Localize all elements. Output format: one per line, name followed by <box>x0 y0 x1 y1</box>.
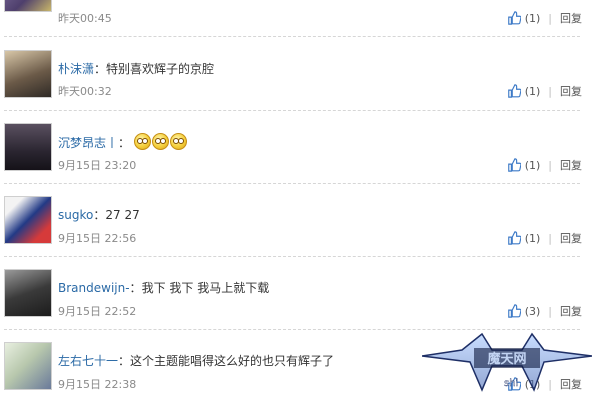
colon: ： <box>94 62 107 76</box>
comment-text: 左右七十一：这个主题能唱得这么好的也只有辉子了 <box>58 352 334 369</box>
user-name[interactable]: 左右七十一 <box>58 354 118 368</box>
thumb-up-icon[interactable] <box>507 304 521 318</box>
reply-button[interactable]: 回复 <box>560 83 582 99</box>
action-separator: | <box>548 11 552 25</box>
colon: ： <box>93 208 106 222</box>
reply-button[interactable]: 回复 <box>560 230 582 246</box>
action-separator: | <box>548 84 552 98</box>
avatar[interactable] <box>4 50 52 98</box>
avatar[interactable] <box>4 269 52 317</box>
comment-list: 昨天00:45 (1) | 回复 朴沫潇：特别喜欢辉子的京腔 昨天00:32 (… <box>0 0 600 400</box>
reply-button[interactable]: 回复 <box>560 157 582 173</box>
like-count[interactable]: (3) <box>525 305 541 318</box>
colon: ： <box>129 281 142 295</box>
dazed-face-emoji-icon <box>133 133 151 150</box>
dazed-face-emoji-icon <box>151 133 169 150</box>
thumb-up-icon[interactable] <box>507 11 521 25</box>
comment-text: sugko：27 27 <box>58 206 140 223</box>
like-count[interactable]: (1) <box>525 85 541 98</box>
thumb-up-icon[interactable] <box>507 158 521 172</box>
comment-time: 9月15日 23:20 <box>58 159 137 172</box>
colon: ： <box>118 136 131 150</box>
comment-time: 9月15日 22:56 <box>58 232 137 245</box>
like-count[interactable]: (1) <box>525 378 541 391</box>
colon: ： <box>118 354 131 368</box>
comment-time: 昨天00:45 <box>58 12 112 25</box>
avatar[interactable] <box>4 123 52 171</box>
user-name[interactable]: sugko <box>58 208 93 222</box>
comment-text: 朴沫潇：特别喜欢辉子的京腔 <box>58 60 214 77</box>
comment-body: 我下 我下 我马上就下载 <box>141 281 270 295</box>
like-count[interactable]: (1) <box>525 159 541 172</box>
avatar[interactable] <box>4 0 52 12</box>
comment-item: sugko：27 27 9月15日 22:56 (1) | 回复 <box>0 196 600 268</box>
comment-time: 昨天00:32 <box>58 85 112 98</box>
avatar[interactable] <box>4 196 52 244</box>
comment-text: Brandewijn-：我下 我下 我马上就下载 <box>58 279 269 296</box>
reply-button[interactable]: 回复 <box>560 10 582 26</box>
comment-item: 左右七十一：这个主题能唱得这么好的也只有辉子了 9月15日 22:38 (1) … <box>0 342 600 414</box>
comment-body: 27 27 <box>105 208 140 222</box>
comment-body: 特别喜欢辉子的京腔 <box>106 62 215 76</box>
like-count[interactable]: (1) <box>525 12 541 25</box>
comment-actions: (1) | 回复 <box>507 376 582 392</box>
comment-time: 9月15日 22:52 <box>58 305 137 318</box>
divider <box>4 256 580 257</box>
comment-text: 沉梦昂志丨： <box>58 133 188 151</box>
comment-item: 沉梦昂志丨： 9月15日 23:20 (1) | 回复 <box>0 123 600 195</box>
comment-actions: (1) | 回复 <box>507 157 582 173</box>
comment-actions: (3) | 回复 <box>507 303 582 319</box>
comment-actions: (1) | 回复 <box>507 83 582 99</box>
divider <box>4 183 580 184</box>
thumb-up-icon[interactable] <box>507 231 521 245</box>
action-separator: | <box>548 304 552 318</box>
thumb-up-icon[interactable] <box>507 84 521 98</box>
action-separator: | <box>548 231 552 245</box>
action-separator: | <box>548 377 552 391</box>
comment-actions: (1) | 回复 <box>507 10 582 26</box>
comment-item: Brandewijn-：我下 我下 我马上就下载 9月15日 22:52 (3)… <box>0 269 600 341</box>
thumb-up-icon[interactable] <box>507 377 521 391</box>
reply-button[interactable]: 回复 <box>560 303 582 319</box>
reply-button[interactable]: 回复 <box>560 376 582 392</box>
divider <box>4 110 580 111</box>
action-separator: | <box>548 158 552 172</box>
divider <box>4 329 580 330</box>
user-name[interactable]: Brandewijn- <box>58 281 130 295</box>
comment-item: 朴沫潇：特别喜欢辉子的京腔 昨天00:32 (1) | 回复 <box>0 50 600 122</box>
dazed-face-emoji-icon <box>169 133 187 150</box>
avatar[interactable] <box>4 342 52 390</box>
comment-body: 这个主题能唱得这么好的也只有辉子了 <box>130 354 335 368</box>
user-name[interactable]: 沉梦昂志丨 <box>58 136 118 150</box>
divider <box>4 36 580 37</box>
comment-item: 昨天00:45 (1) | 回复 <box>0 0 600 36</box>
comment-actions: (1) | 回复 <box>507 230 582 246</box>
like-count[interactable]: (1) <box>525 232 541 245</box>
comment-time: 9月15日 22:38 <box>58 378 137 391</box>
user-name[interactable]: 朴沫潇 <box>58 62 94 76</box>
